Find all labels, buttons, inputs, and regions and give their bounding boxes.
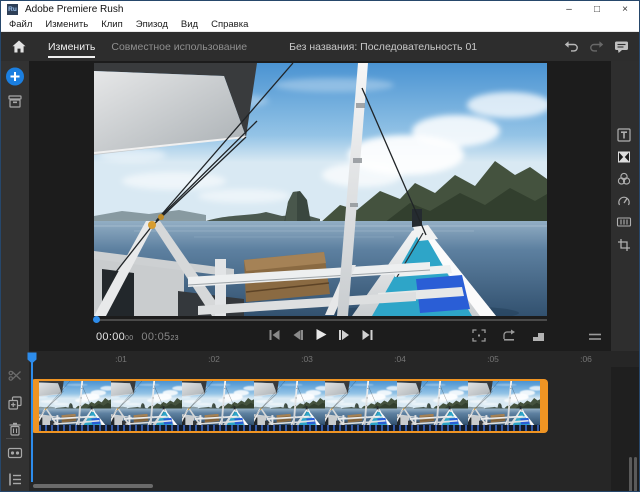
minimize-button[interactable]: –: [555, 1, 583, 18]
ruler-tick: :01: [108, 354, 134, 364]
step-back-icon[interactable]: [291, 329, 303, 341]
duplicate-icon[interactable]: [8, 396, 22, 410]
home-icon[interactable]: [12, 40, 26, 53]
add-media-button[interactable]: [6, 67, 25, 86]
timeline-horizontal-scrollbar[interactable]: [33, 484, 153, 488]
preview-panel: 00:0000 00:0523: [29, 61, 611, 351]
undo-icon[interactable]: [564, 40, 579, 53]
maximize-button[interactable]: □: [583, 1, 611, 18]
ruler-tick: :03: [294, 354, 320, 364]
go-to-start-icon[interactable]: [268, 329, 280, 341]
feedback-icon[interactable]: [614, 40, 629, 54]
preview-scrubber[interactable]: [94, 319, 547, 321]
clip-thumbnail: [254, 381, 326, 425]
timeline-right-gutter: [611, 367, 639, 491]
clip-thumbnail: [182, 381, 254, 425]
redo-icon[interactable]: [589, 40, 604, 53]
ruler-tick: :04: [387, 354, 413, 364]
left-toolbar: [1, 61, 29, 491]
transport-buttons: [268, 328, 373, 341]
clip-thumbnail: [397, 381, 469, 425]
tab-actions: [564, 40, 629, 54]
speed-icon[interactable]: [617, 194, 631, 207]
clip-thumbnail: [325, 381, 397, 425]
current-time: 00:00: [96, 331, 125, 343]
timeline-settings-icon[interactable]: [589, 333, 601, 341]
menu-sequence[interactable]: Эпизод: [136, 19, 168, 30]
scrubber-handle[interactable]: [93, 316, 100, 323]
loop-playback-icon[interactable]: [502, 329, 516, 342]
clip-thumbnail: [111, 381, 183, 425]
audio-mixer-icon[interactable]: [617, 216, 632, 228]
menu-view[interactable]: Вид: [181, 19, 198, 30]
app-window: Ru Adobe Premiere Rush – □ × Файл Измени…: [0, 0, 640, 492]
toolbar-divider: [6, 438, 22, 439]
playback-quality-icon[interactable]: [532, 330, 545, 342]
media-browser-icon[interactable]: [8, 95, 22, 108]
fullscreen-icon[interactable]: [472, 329, 486, 342]
menu-bar: Файл Изменить Клип Эпизод Вид Справка: [1, 18, 639, 32]
preview-options: [472, 329, 545, 342]
window-controls: – □ ×: [555, 1, 639, 18]
timeline-clip[interactable]: [31, 379, 548, 433]
transitions-icon[interactable]: [617, 150, 631, 164]
total-time: 00:05: [141, 331, 170, 343]
split-scissors-icon[interactable]: [8, 370, 22, 383]
go-to-end-icon[interactable]: [361, 329, 373, 341]
current-frames: 00: [125, 335, 133, 342]
clip-audio-waveform: [39, 425, 540, 431]
timeline-ruler[interactable]: :01 :02 :03 :04 :05 :06: [29, 351, 639, 367]
window-title: Adobe Premiere Rush: [25, 4, 123, 15]
tab-bar: Изменить Совместное использование Без на…: [1, 32, 639, 61]
playhead-line: [31, 360, 33, 482]
clip-filmstrip: [39, 381, 540, 431]
tab-edit[interactable]: Изменить: [48, 32, 95, 61]
titles-icon[interactable]: [617, 128, 631, 142]
right-toolbar: [609, 61, 639, 371]
title-bar: Ru Adobe Premiere Rush – □ ×: [1, 1, 639, 18]
ruler-tick: :02: [201, 354, 227, 364]
color-icon[interactable]: [617, 172, 632, 186]
delete-trash-icon[interactable]: [9, 422, 22, 436]
app-icon: Ru: [7, 4, 18, 15]
timeline-panel: :01 :02 :03 :04 :05 :06: [29, 351, 639, 491]
step-forward-icon[interactable]: [338, 329, 350, 341]
clip-thumbnail: [468, 381, 540, 425]
total-frames: 23: [170, 335, 178, 342]
playhead[interactable]: [27, 351, 39, 483]
project-title: Без названия: Последовательность 01: [289, 41, 477, 53]
ruler-tick: :05: [480, 354, 506, 364]
video-frame: [94, 63, 547, 316]
menu-edit[interactable]: Изменить: [45, 19, 88, 30]
crop-rotate-icon[interactable]: [617, 238, 631, 252]
track-controls-icon[interactable]: [8, 473, 22, 486]
menu-file[interactable]: Файл: [9, 19, 32, 30]
menu-help[interactable]: Справка: [211, 19, 248, 30]
video-preview: [94, 63, 547, 316]
tab-share[interactable]: Совместное использование: [111, 32, 247, 61]
close-button[interactable]: ×: [611, 1, 639, 18]
timecode: 00:0000 00:0523: [96, 331, 179, 343]
transport-bar: 00:0000 00:0523: [94, 325, 547, 351]
play-button-icon[interactable]: [314, 328, 327, 341]
menu-clip[interactable]: Клип: [101, 19, 123, 30]
timeline-vertical-scrollbar-track[interactable]: [634, 457, 637, 492]
ruler-tick: :06: [573, 354, 599, 364]
track-mixer-icon[interactable]: [8, 447, 23, 459]
timeline-vertical-scrollbar[interactable]: [629, 457, 632, 492]
clip-thumbnail: [39, 381, 111, 425]
